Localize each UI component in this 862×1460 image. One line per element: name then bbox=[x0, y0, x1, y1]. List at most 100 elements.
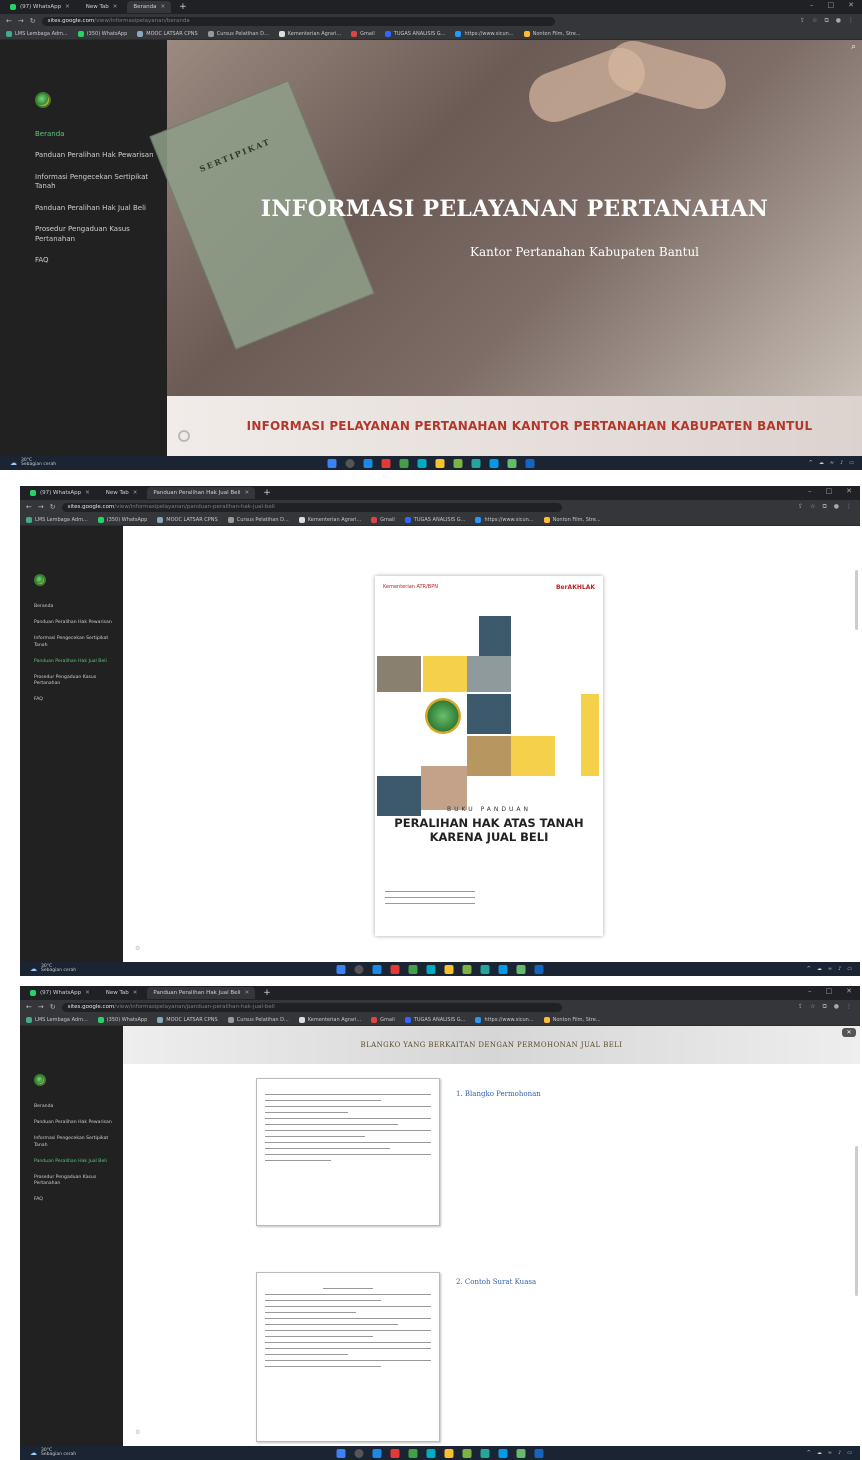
tab-new[interactable]: New Tab ✕ bbox=[100, 987, 144, 999]
chevron-up-icon[interactable]: ^ bbox=[807, 1450, 811, 1456]
site-logo-icon[interactable] bbox=[34, 574, 46, 586]
app-icon[interactable] bbox=[462, 1448, 472, 1458]
app-icon[interactable] bbox=[498, 964, 508, 974]
sidebar-item-faq[interactable]: FAQ bbox=[35, 256, 155, 265]
tab-jual-beli[interactable]: Panduan Peralihan Hak Jual Beli ✕ bbox=[147, 987, 256, 999]
app-icon[interactable] bbox=[390, 964, 400, 974]
close-icon[interactable]: ✕ bbox=[842, 1028, 856, 1037]
sidebar-item-jual-beli[interactable]: Panduan Peralihan Hak Jual Beli bbox=[34, 1159, 116, 1165]
app-icon[interactable] bbox=[381, 458, 391, 468]
app-icon[interactable] bbox=[480, 964, 490, 974]
bookmark[interactable]: TUGAS ANALISIS G... bbox=[404, 516, 465, 523]
menu-icon[interactable]: ⋮ bbox=[848, 17, 854, 25]
close-icon[interactable]: ✕ bbox=[85, 490, 90, 496]
bookmark[interactable]: MOOC LATSAR CPNS bbox=[137, 30, 198, 37]
start-icon[interactable] bbox=[336, 1448, 346, 1458]
clock[interactable]: ▭ bbox=[847, 966, 852, 972]
cloud-icon[interactable]: ☁ bbox=[817, 966, 822, 972]
app-icon[interactable] bbox=[408, 1448, 418, 1458]
cloud-icon[interactable]: ☁ bbox=[817, 1450, 822, 1456]
scrollbar[interactable] bbox=[855, 1146, 858, 1296]
sidebar-item-faq[interactable]: FAQ bbox=[34, 697, 116, 703]
sidebar-item-pengaduan[interactable]: Prosedur Pengaduan Kasus Pertanahan bbox=[35, 225, 155, 244]
app-icon[interactable] bbox=[426, 1448, 436, 1458]
maximize-icon[interactable]: □ bbox=[828, 1, 835, 9]
chrome-icon[interactable] bbox=[372, 1448, 382, 1458]
bookmark[interactable]: Cursus Pelatihan D... bbox=[227, 1016, 289, 1023]
sidebar-item-faq[interactable]: FAQ bbox=[34, 1197, 116, 1203]
new-tab-button[interactable]: + bbox=[175, 2, 191, 12]
sidebar-item-pengaduan[interactable]: Prosedur Pengaduan Kasus Pertanahan bbox=[34, 675, 116, 687]
close-icon[interactable]: ✕ bbox=[245, 490, 250, 496]
tab-new[interactable]: New Tab ✕ bbox=[100, 487, 144, 499]
weather-widget[interactable]: ☁ 30°C Sebagian cerah bbox=[30, 1448, 76, 1458]
app-icon[interactable] bbox=[390, 1448, 400, 1458]
bookmark[interactable]: Kementerian Agrari... bbox=[298, 516, 361, 523]
minimize-icon[interactable]: – bbox=[810, 1, 814, 9]
share-icon[interactable]: ⇪ bbox=[798, 1003, 803, 1011]
volume-icon[interactable]: ♪ bbox=[838, 1450, 841, 1456]
sidebar-item-beranda[interactable]: Beranda bbox=[34, 1104, 116, 1110]
wifi-icon[interactable]: ≈ bbox=[830, 460, 834, 466]
close-icon[interactable]: ✕ bbox=[65, 4, 70, 10]
share-icon[interactable]: ⇪ bbox=[798, 503, 803, 511]
volume-icon[interactable]: ♪ bbox=[838, 966, 841, 972]
url-field[interactable]: sites.google.com/view/informasipelayanan… bbox=[61, 1002, 563, 1012]
search-icon[interactable]: ⌕ bbox=[851, 42, 856, 52]
weather-widget[interactable]: ☁ 30°C Sebagian cerah bbox=[10, 458, 56, 468]
folder-icon[interactable] bbox=[444, 964, 454, 974]
close-icon[interactable]: ✕ bbox=[133, 990, 138, 996]
bookmark[interactable]: MOOC LATSAR CPNS bbox=[157, 1016, 218, 1023]
app-icon[interactable] bbox=[498, 1448, 508, 1458]
start-icon[interactable] bbox=[327, 458, 337, 468]
site-logo-icon[interactable] bbox=[34, 1074, 46, 1086]
bookmark[interactable]: TUGAS ANALISIS G... bbox=[384, 30, 445, 37]
bookmark[interactable]: (350) WhatsApp bbox=[97, 516, 147, 523]
sidebar-item-sertipikat[interactable]: Informasi Pengecekan Sertipikat Tanah bbox=[35, 173, 155, 192]
share-icon[interactable]: ⇪ bbox=[800, 17, 805, 25]
app-icon[interactable] bbox=[516, 1448, 526, 1458]
sidebar-item-beranda[interactable]: Beranda bbox=[34, 604, 116, 610]
forward-icon[interactable]: → bbox=[38, 503, 44, 511]
site-logo-icon[interactable] bbox=[35, 92, 51, 108]
chevron-up-icon[interactable]: ^ bbox=[807, 966, 811, 972]
close-icon[interactable]: ✕ bbox=[133, 490, 138, 496]
blanko-permohonan-image[interactable] bbox=[256, 1078, 440, 1226]
maximize-icon[interactable]: □ bbox=[826, 987, 833, 995]
close-window-icon[interactable]: ✕ bbox=[848, 1, 854, 9]
sidebar-item-jual-beli[interactable]: Panduan Peralihan Hak Jual Beli bbox=[35, 204, 155, 213]
app-icon[interactable] bbox=[489, 458, 499, 468]
app-icon[interactable] bbox=[453, 458, 463, 468]
sidebar-item-pewarisan[interactable]: Panduan Peralihan Hak Pewarisan bbox=[34, 620, 116, 626]
new-tab-button[interactable]: + bbox=[259, 488, 275, 498]
app-icon[interactable] bbox=[471, 458, 481, 468]
bookmark[interactable]: https://www.sicun... bbox=[475, 1016, 534, 1023]
chrome-icon[interactable] bbox=[372, 964, 382, 974]
star-icon[interactable]: ☆ bbox=[812, 17, 817, 25]
sidebar-item-sertipikat[interactable]: Informasi Pengecekan Sertipikat Tanah bbox=[34, 636, 116, 648]
folder-icon[interactable] bbox=[435, 458, 445, 468]
search-icon[interactable] bbox=[354, 1448, 364, 1458]
app-icon[interactable] bbox=[480, 1448, 490, 1458]
wifi-icon[interactable]: ≈ bbox=[828, 966, 832, 972]
forward-icon[interactable]: → bbox=[18, 17, 24, 25]
bookmark[interactable]: Cursus Pelatihan D... bbox=[227, 516, 289, 523]
close-window-icon[interactable]: ✕ bbox=[846, 987, 852, 995]
blanko-permohonan-link[interactable]: 1. Blangko Permohonan bbox=[456, 1090, 541, 1098]
app-icon[interactable] bbox=[534, 1448, 544, 1458]
profile-icon[interactable]: ● bbox=[836, 17, 841, 25]
sidebar-item-pengaduan[interactable]: Prosedur Pengaduan Kasus Pertanahan bbox=[34, 1175, 116, 1187]
menu-icon[interactable]: ⋮ bbox=[846, 1003, 852, 1011]
scrollbar[interactable] bbox=[855, 570, 858, 630]
bookmark[interactable]: MOOC LATSAR CPNS bbox=[157, 516, 218, 523]
extensions-icon[interactable]: ⧉ bbox=[824, 17, 828, 25]
app-icon[interactable] bbox=[462, 964, 472, 974]
bookmark[interactable]: LMS Lembaga Adm... bbox=[6, 30, 68, 37]
close-icon[interactable]: ✕ bbox=[245, 990, 250, 996]
bookmark[interactable]: LMS Lembaga Adm... bbox=[26, 516, 88, 523]
tab-whatsapp[interactable]: (97) WhatsApp ✕ bbox=[4, 1, 76, 13]
menu-icon[interactable]: ⋮ bbox=[846, 503, 852, 511]
profile-icon[interactable]: ● bbox=[834, 1003, 839, 1011]
back-icon[interactable]: ← bbox=[6, 17, 12, 25]
search-icon[interactable] bbox=[345, 458, 355, 468]
